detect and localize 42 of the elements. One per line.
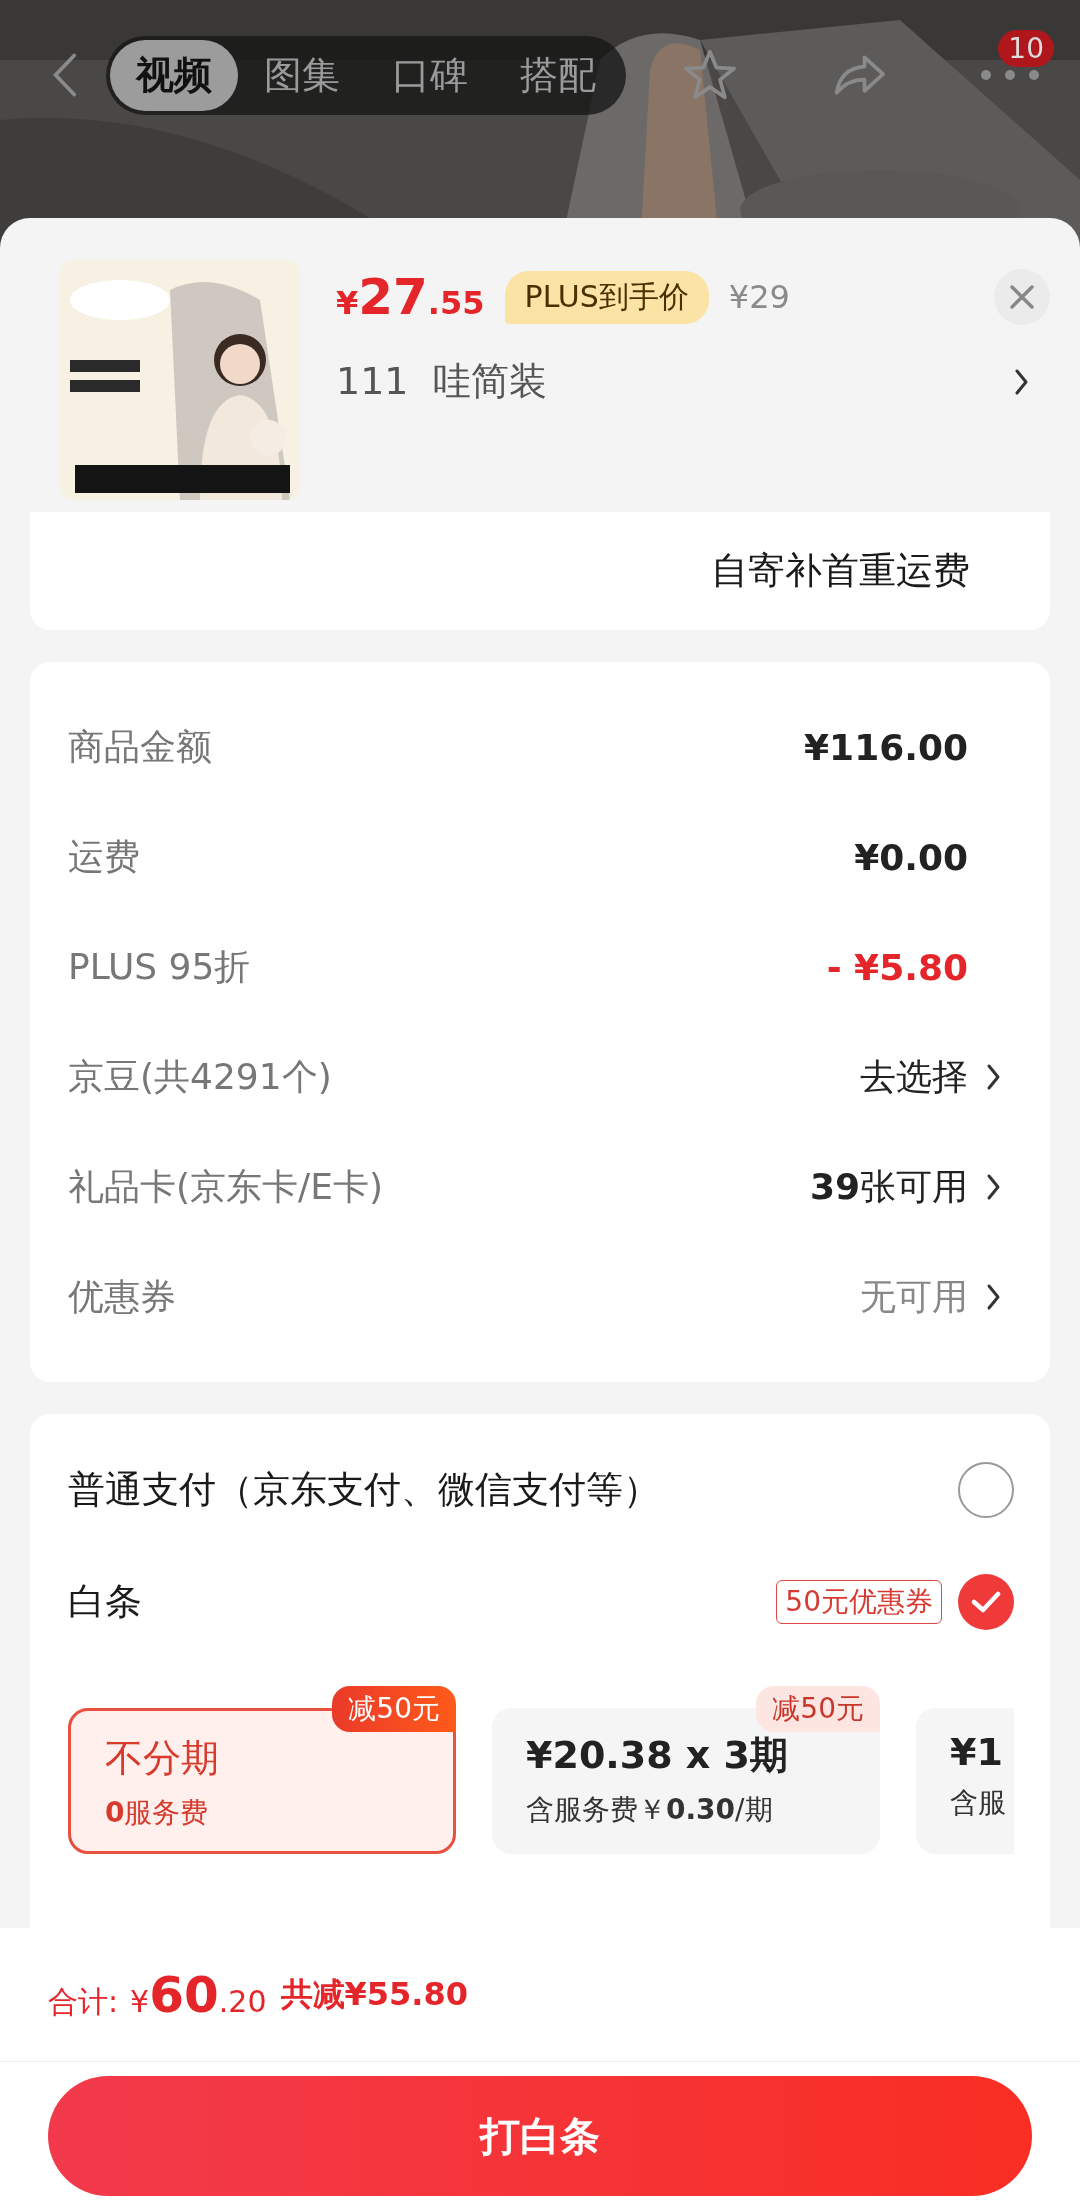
more-icon[interactable] xyxy=(980,68,1040,81)
savings-text: 共减¥55.80 xyxy=(280,1973,468,2015)
chevron-icon xyxy=(1014,367,1030,396)
row-value[interactable]: 39张可用 xyxy=(809,1162,968,1212)
row-label: 礼品卡(京东卡/E卡) xyxy=(68,1164,384,1209)
row-label: 商品金额 xyxy=(68,724,213,769)
total-amount: 合计: ¥60.20 xyxy=(48,1965,267,2024)
coupon-tag: 50元优惠券 xyxy=(776,1580,942,1624)
original-price: ¥29 xyxy=(728,278,790,316)
plan-fee: 含服 xyxy=(950,1785,1007,1821)
plan-fee: 0服务费 xyxy=(105,1795,210,1831)
plan-title: ¥20.38 x 3期 xyxy=(526,1732,790,1779)
tab[interactable]: 口碑 xyxy=(365,39,494,111)
close-icon xyxy=(1009,284,1035,310)
tab[interactable]: 视频 xyxy=(109,39,238,111)
plan-title: ¥1 xyxy=(950,1730,1004,1774)
row-value[interactable]: 去选择 xyxy=(860,1052,968,1102)
radio-button[interactable] xyxy=(958,1462,1014,1518)
row-label: PLUS 95折 xyxy=(68,944,252,989)
radio-button[interactable] xyxy=(958,1574,1014,1630)
shipping-note: 自寄补首重运费 xyxy=(711,548,970,594)
row-label: 优惠券 xyxy=(68,1274,177,1319)
submit-button[interactable]: 打白条 xyxy=(48,2076,1032,2196)
payment-option[interactable]: 白条 xyxy=(68,1577,761,1627)
row-value: ¥0.00 xyxy=(854,836,968,878)
check-icon xyxy=(971,1590,1001,1614)
row-label: 京豆(共4291个) xyxy=(68,1054,333,1099)
row-label: 运费 xyxy=(68,834,141,879)
row-value[interactable]: 无可用 xyxy=(860,1272,968,1322)
tab[interactable]: 搭配 xyxy=(493,39,622,111)
tab[interactable]: 图集 xyxy=(237,39,366,111)
discount-tag: 减50元 xyxy=(332,1686,456,1732)
row-value: ¥116.00 xyxy=(804,726,968,768)
discount-tag: 减50元 xyxy=(756,1686,880,1732)
installment-option[interactable]: ¥1 含服 xyxy=(916,1708,1014,1854)
variant-text[interactable]: 111 哇简装 xyxy=(336,356,547,407)
row-value: - ¥5.80 xyxy=(826,946,968,988)
plan-title: 不分期 xyxy=(105,1735,220,1782)
payment-option[interactable]: 普通支付（京东支付、微信支付等） xyxy=(68,1465,942,1515)
plus-price-tag: PLUS到手价 xyxy=(504,270,709,324)
price: ¥27.55 xyxy=(336,268,485,326)
plan-fee: 含服务费￥0.30/期 xyxy=(526,1792,774,1828)
